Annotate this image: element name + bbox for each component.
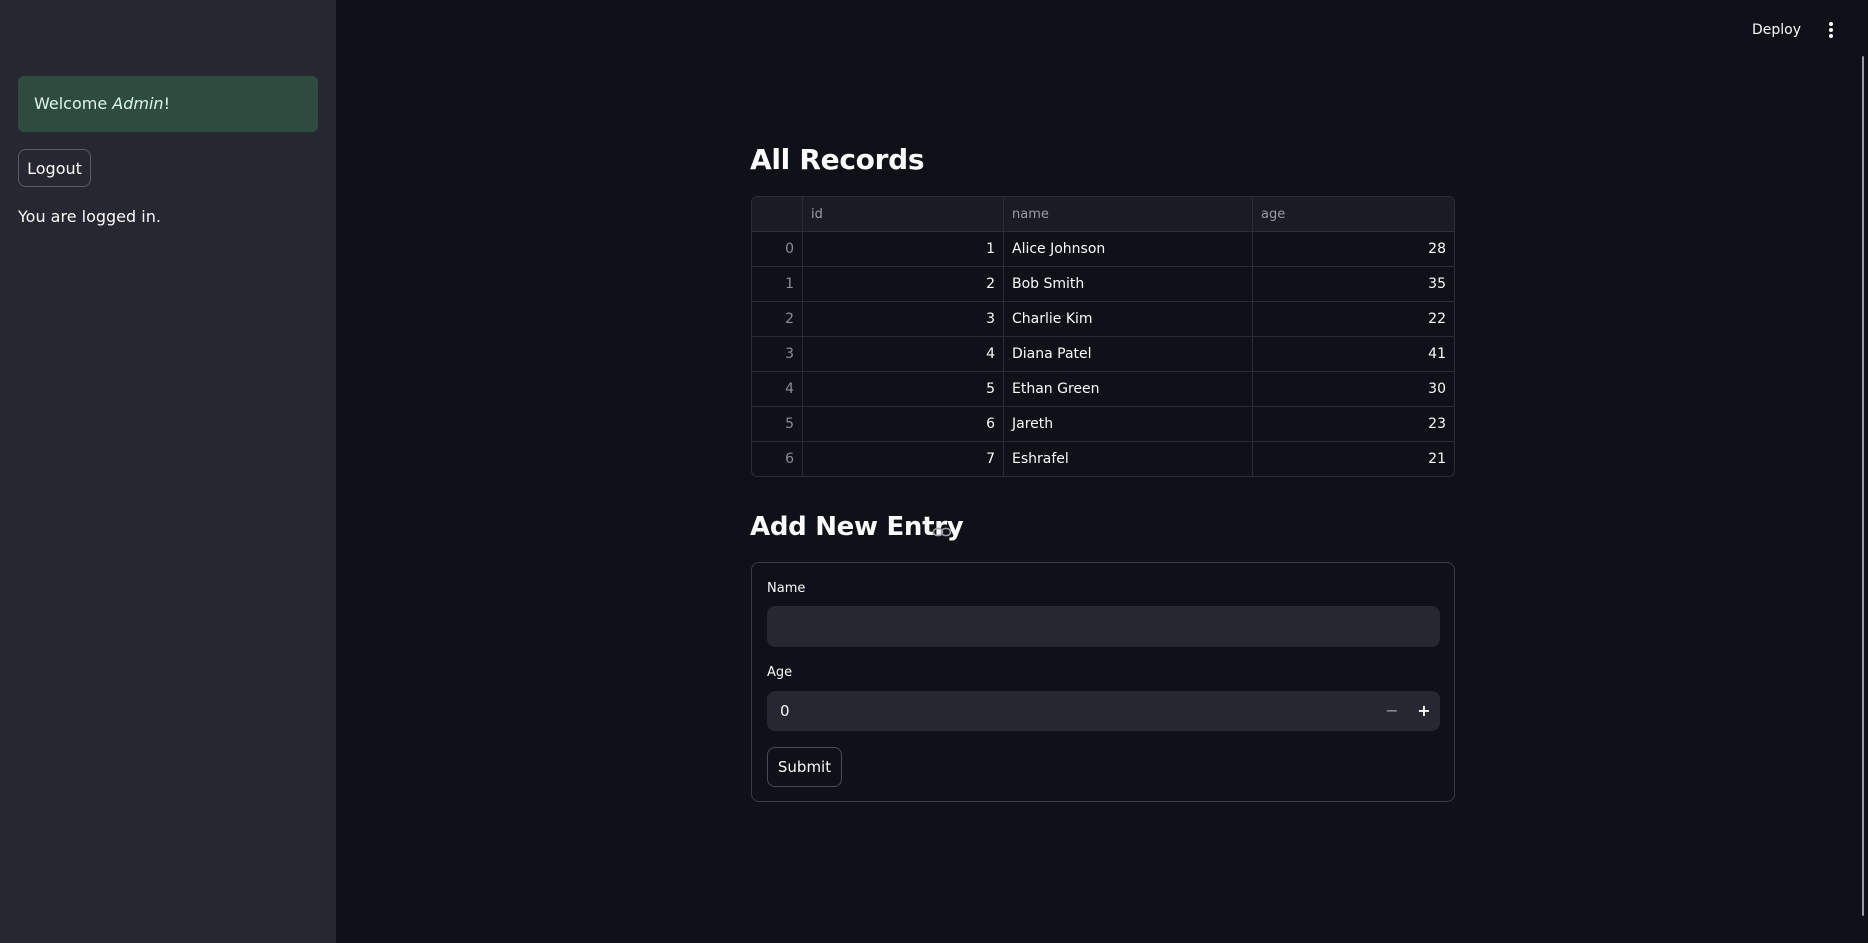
id-cell[interactable]: 7: [803, 442, 1004, 476]
name-cell[interactable]: Alice Johnson: [1004, 232, 1253, 266]
name-cell[interactable]: Bob Smith: [1004, 267, 1253, 301]
login-status-text: You are logged in.: [18, 207, 161, 226]
age-stepper: − +: [767, 691, 1440, 731]
row-index-cell[interactable]: 5: [752, 407, 803, 441]
add-entry-form: Name Age − + Submit: [751, 562, 1455, 802]
table-row: 3 4 Diana Patel 41: [752, 337, 1454, 372]
welcome-suffix: !: [163, 94, 170, 113]
age-cell[interactable]: 28: [1253, 232, 1454, 266]
row-index-cell[interactable]: 4: [752, 372, 803, 406]
age-cell[interactable]: 30: [1253, 372, 1454, 406]
main-scrollbar[interactable]: [1862, 56, 1864, 916]
name-field[interactable]: [767, 606, 1440, 647]
decrement-button[interactable]: −: [1376, 691, 1408, 731]
id-cell[interactable]: 4: [803, 337, 1004, 371]
name-cell[interactable]: Eshrafel: [1004, 442, 1253, 476]
table-row: 2 3 Charlie Kim 22: [752, 302, 1454, 337]
sidebar: Welcome Admin! Logout You are logged in.: [0, 0, 336, 943]
age-cell[interactable]: 23: [1253, 407, 1454, 441]
welcome-prefix: Welcome: [34, 94, 113, 113]
column-header-age[interactable]: age: [1253, 197, 1454, 231]
name-cell[interactable]: Ethan Green: [1004, 372, 1253, 406]
name-cell[interactable]: Diana Patel: [1004, 337, 1253, 371]
table-row: 6 7 Eshrafel 21: [752, 442, 1454, 476]
deploy-button[interactable]: Deploy: [1752, 22, 1801, 38]
name-cell[interactable]: Charlie Kim: [1004, 302, 1253, 336]
name-cell[interactable]: Jareth: [1004, 407, 1253, 441]
table-row: 1 2 Bob Smith 35: [752, 267, 1454, 302]
column-header-name[interactable]: name: [1004, 197, 1253, 231]
age-field-label: Age: [767, 665, 793, 680]
column-header-index[interactable]: [752, 197, 803, 231]
link-icon[interactable]: [932, 524, 952, 540]
age-field[interactable]: [767, 691, 1347, 731]
id-cell[interactable]: 1: [803, 232, 1004, 266]
id-cell[interactable]: 5: [803, 372, 1004, 406]
table-row: 4 5 Ethan Green 30: [752, 372, 1454, 407]
row-index-cell[interactable]: 2: [752, 302, 803, 336]
table-row: 0 1 Alice Johnson 28: [752, 232, 1454, 267]
table-row: 5 6 Jareth 23: [752, 407, 1454, 442]
records-table[interactable]: id name age 0 1 Alice Johnson 28 1 2 Bob…: [751, 196, 1455, 477]
welcome-alert: Welcome Admin!: [18, 76, 318, 132]
page-title: All Records: [750, 143, 925, 176]
row-index-cell[interactable]: 6: [752, 442, 803, 476]
id-cell[interactable]: 6: [803, 407, 1004, 441]
age-cell[interactable]: 21: [1253, 442, 1454, 476]
column-header-id[interactable]: id: [803, 197, 1004, 231]
row-index-cell[interactable]: 3: [752, 337, 803, 371]
name-field-label: Name: [767, 581, 806, 596]
welcome-user: Admin: [112, 94, 164, 113]
row-index-cell[interactable]: 0: [752, 232, 803, 266]
age-cell[interactable]: 22: [1253, 302, 1454, 336]
logout-button[interactable]: Logout: [18, 149, 91, 187]
table-header-row: id name age: [752, 197, 1454, 232]
increment-button[interactable]: +: [1408, 691, 1440, 731]
id-cell[interactable]: 3: [803, 302, 1004, 336]
more-vertical-icon[interactable]: [1826, 22, 1836, 42]
age-cell[interactable]: 41: [1253, 337, 1454, 371]
id-cell[interactable]: 2: [803, 267, 1004, 301]
submit-button[interactable]: Submit: [767, 747, 842, 787]
age-cell[interactable]: 35: [1253, 267, 1454, 301]
row-index-cell[interactable]: 1: [752, 267, 803, 301]
